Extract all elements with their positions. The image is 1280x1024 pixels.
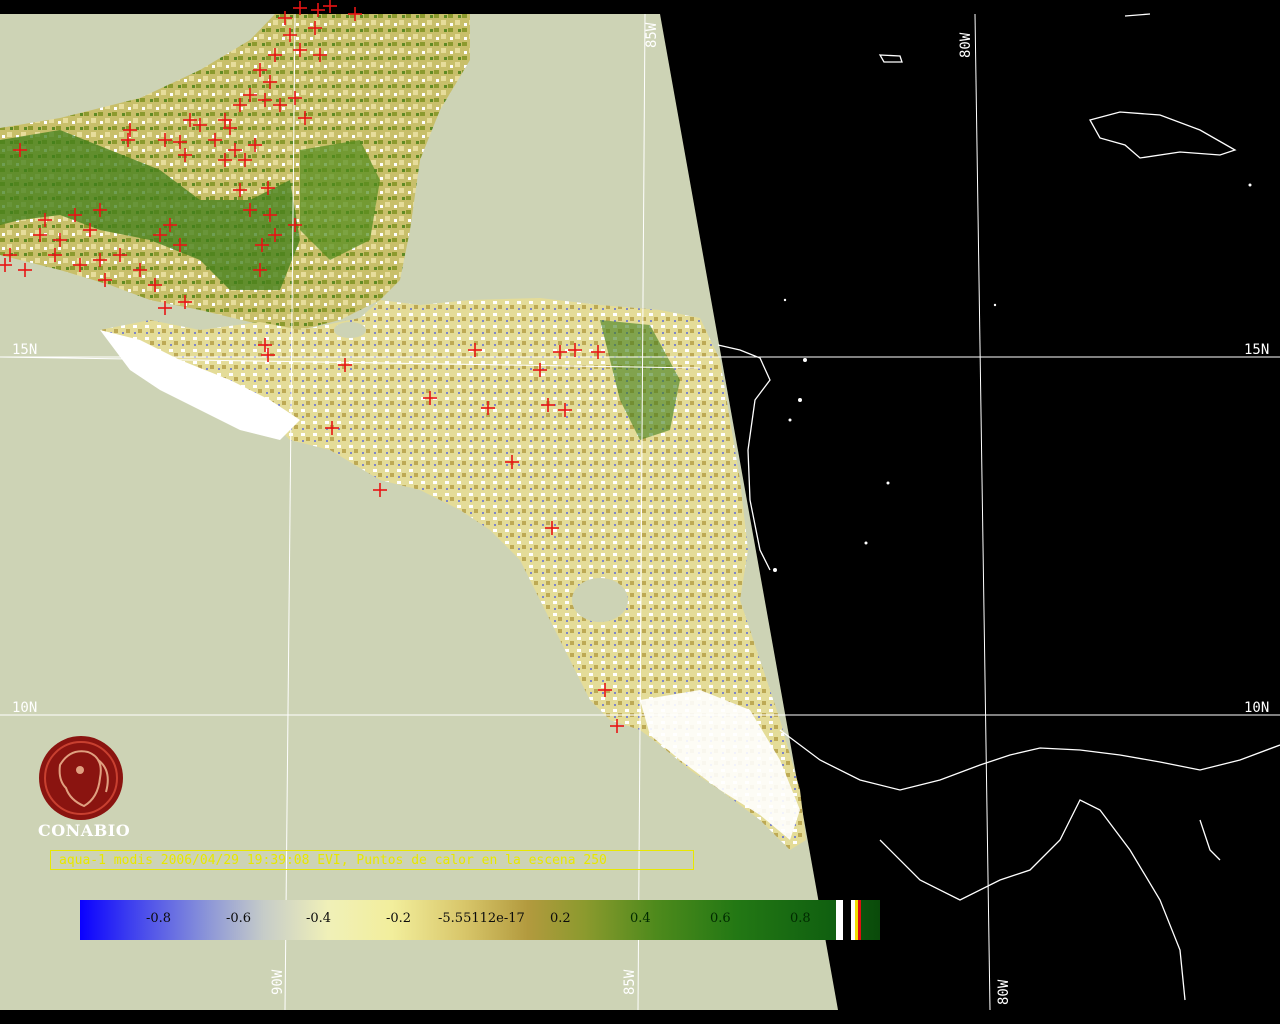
lat-label-10n-left: 10N (12, 700, 37, 716)
lon-label-90w-bottom: 90W (270, 969, 286, 995)
lake-izabal (334, 322, 366, 338)
satellite-map: 15N 10N 15N 10N 85W 80W 90W 85W 80W CONA… (0, 0, 1280, 1024)
colorbar-label: 0.4 (630, 911, 651, 926)
jamaica-coast (1089, 111, 1237, 159)
colorbar-label: -0.2 (386, 911, 412, 926)
panama-gulf (1199, 819, 1221, 861)
lon-label-85w-top: 85W (644, 22, 660, 48)
colorbar-label: 0.6 (710, 911, 731, 926)
cuba-fragment (1124, 13, 1151, 17)
lon-line-80w (974, 13, 991, 1011)
colorbar-red-band (858, 900, 861, 940)
panama-coast (779, 729, 1280, 791)
bay-islands (878, 54, 903, 63)
lat-label-15n-right: 15N (1244, 342, 1269, 358)
conabio-logo-text: CONABIO (38, 821, 131, 840)
lon-label-80w-top: 80W (958, 32, 974, 58)
scene-caption: aqua-1 modis 2006/04/29 19:39:08 EVI, Pu… (50, 850, 694, 870)
lat-label-10n-right: 10N (1244, 700, 1269, 716)
lake-nicaragua (572, 578, 628, 622)
top-strip (0, 0, 1280, 14)
colorbar-label: 0.2 (550, 911, 571, 926)
panama-south-coast (879, 799, 1186, 1001)
colorbar-label: 0.8 (790, 911, 811, 926)
conabio-logo-icon (39, 736, 123, 820)
lon-label-80w-bottom: 80W (996, 979, 1012, 1005)
coast-dots (773, 183, 1252, 572)
colorbar-label: -0.8 (146, 911, 172, 926)
lon-label-85w-bottom: 85W (622, 969, 638, 995)
lat-label-15n-left: 15N (12, 342, 37, 358)
colorbar-label: -5.55112e-17 (438, 911, 525, 926)
colorbar-label: -0.4 (306, 911, 332, 926)
colorbar-white-band (836, 900, 843, 940)
colorbar-label: -0.6 (226, 911, 252, 926)
colorbar-black-band (843, 900, 851, 940)
